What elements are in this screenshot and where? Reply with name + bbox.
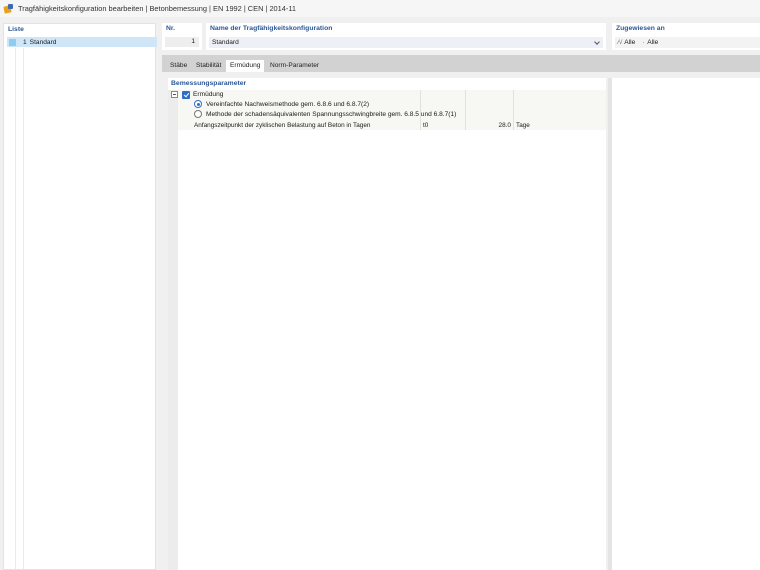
assigned-members: Alle [624,39,636,46]
group-label: Ermüdung [193,91,224,98]
window-title: Tragfähigkeitskonfiguration bearbeiten |… [18,4,297,13]
list-panel: Liste 1 Standard [3,23,157,570]
tab-bar: Stäbe Stabilität Ermüdung Norm-Parameter [162,55,760,72]
option-damage-equivalent-radio[interactable] [194,110,202,118]
params-panel: Bemessungsparameter Ermüdung Vereinfacht… [168,78,614,570]
start-time-value[interactable]: 28.0 [466,122,511,129]
name-panel: Name der Tragfähigkeitskonfiguration Sta… [206,23,606,50]
chevron-down-icon[interactable] [594,39,600,45]
ermuedung-checkbox[interactable] [182,91,190,99]
assigned-panel: Zugewiesen an ⁄√ Alle · Alle [612,23,760,50]
nr-label: Nr. [166,25,176,32]
list-label: Liste [8,26,24,33]
assigned-field[interactable]: ⁄√ Alle · Alle [615,37,760,48]
list-item[interactable]: 1 Standard [7,37,157,47]
params-label: Bemessungsparameter [171,80,247,87]
tab-norm-parameter[interactable]: Norm-Parameter [266,60,323,72]
start-time-symbol: t0 [423,122,429,129]
nr-field: 1 [165,37,199,47]
option-damage-equivalent-label: Methode der schadensäquivalenten Spannun… [206,111,457,118]
name-label: Name der Tragfähigkeitskonfiguration [210,25,333,32]
tab-ermuedung[interactable]: Ermüdung [226,60,265,72]
info-panel [612,78,760,570]
list-item-number: 1 [23,38,27,46]
divider [23,48,24,569]
assigned-label: Zugewiesen an [616,25,665,32]
option-simplified-radio[interactable] [194,100,202,108]
gutter [168,90,178,570]
start-time-label: Anfangszeitpunkt der zyklischen Belastun… [194,122,371,129]
color-swatch-icon [9,38,16,46]
title-bar: Tragfähigkeitskonfiguration bearbeiten |… [0,0,760,17]
collapse-icon[interactable] [171,91,178,98]
app-icon [3,3,14,14]
tab-staebe[interactable]: Stäbe [166,60,191,72]
start-time-unit: Tage [516,122,530,129]
nr-panel: Nr. 1 [162,23,202,50]
name-select[interactable]: Standard [209,37,603,48]
option-simplified-label: Vereinfachte Nachweismethode gem. 6.8.6 … [206,101,370,108]
list-item-name: Standard [29,38,57,46]
set-icon: · [642,39,645,46]
name-value: Standard [212,39,239,46]
divider [15,48,16,569]
tab-stabilitaet[interactable]: Stabilität [192,60,225,72]
member-icon: ⁄√ [618,39,623,46]
assigned-sets: Alle [647,39,659,46]
